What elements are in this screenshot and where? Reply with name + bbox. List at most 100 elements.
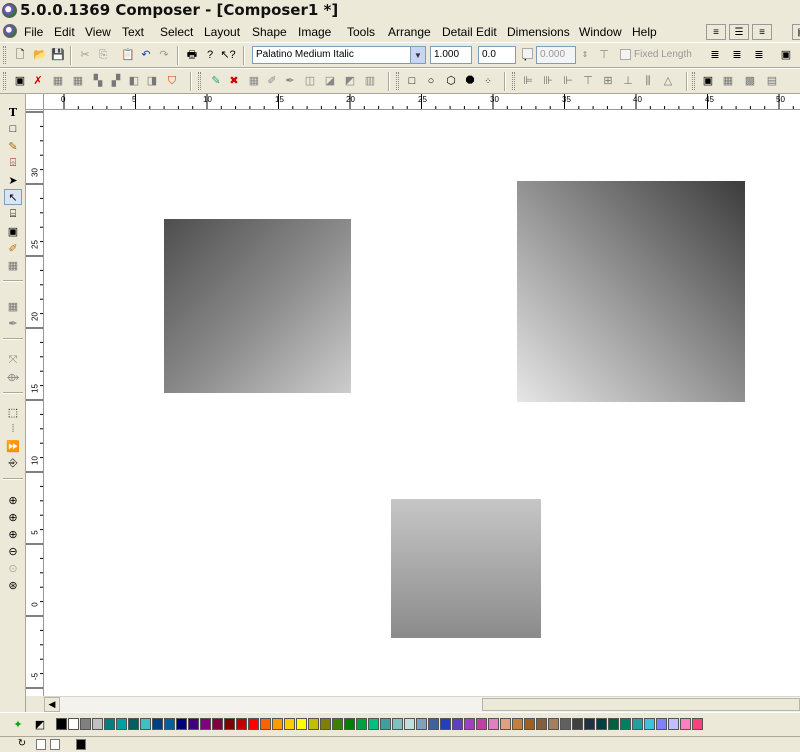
menu-select[interactable]: Select — [160, 25, 193, 39]
gradient-rectangle-1[interactable] — [164, 219, 351, 393]
align-left-text-icon[interactable]: ≣ — [707, 47, 723, 63]
palette-swatch[interactable] — [368, 718, 379, 730]
cut-icon[interactable]: ✂ — [77, 47, 93, 63]
palette-swatch[interactable] — [428, 718, 439, 730]
pointer-tool-icon[interactable]: ➤ — [4, 172, 22, 188]
palette-swatch[interactable] — [332, 718, 343, 730]
fast-forward-tool-icon[interactable]: ⏩ — [4, 438, 22, 454]
zoom-disabled-icon[interactable]: ⊙ — [4, 560, 22, 576]
palette-swatch[interactable] — [608, 718, 619, 730]
copy-style-icon[interactable]: ◪ — [322, 73, 338, 89]
chevron-down-icon[interactable]: ▼ — [410, 47, 425, 63]
menu-file[interactable]: File — [24, 25, 43, 39]
points-shape-icon[interactable]: ⁘ — [480, 73, 496, 89]
stroke-color-indicator[interactable] — [50, 739, 60, 750]
palette-swatch[interactable] — [452, 718, 463, 730]
stamp-tool-icon[interactable]: ⎆ — [4, 455, 22, 471]
warp-tool-icon[interactable]: ⟴ — [4, 369, 22, 385]
angle-input[interactable]: 0.0 — [478, 46, 516, 64]
palette-swatch[interactable] — [548, 718, 559, 730]
brush-icon[interactable]: ✐ — [264, 73, 280, 89]
tool-b-icon[interactable]: ▞ — [108, 73, 124, 89]
new-document-icon[interactable]: 🗋 — [12, 47, 28, 63]
app-menu-icon[interactable] — [3, 24, 17, 38]
palette-swatch[interactable] — [536, 718, 547, 730]
palette-swatch[interactable] — [104, 718, 115, 730]
texture-tool-icon[interactable]: ▦ — [4, 257, 22, 273]
palette-swatch[interactable] — [356, 718, 367, 730]
palette-swatch[interactable] — [416, 718, 427, 730]
menu-text[interactable]: Text — [122, 25, 144, 39]
palette-swatch[interactable] — [512, 718, 523, 730]
menu-help[interactable]: Help — [632, 25, 657, 39]
palette-swatch[interactable] — [620, 718, 631, 730]
palette-swatch[interactable] — [560, 718, 571, 730]
rounded-shape-icon[interactable]: ⬡ — [443, 73, 459, 89]
menu-arrange[interactable]: Arrange — [388, 25, 431, 39]
rectangle-shape-icon[interactable]: □ — [404, 73, 420, 89]
remove-image-icon[interactable]: ✗ — [30, 73, 46, 89]
palette-swatch[interactable] — [632, 718, 643, 730]
palette-swatch[interactable] — [644, 718, 655, 730]
palette-swatch[interactable] — [296, 718, 307, 730]
align-left-icon[interactable]: ≡ — [706, 24, 726, 40]
mirror-icon[interactable]: ◩ — [342, 73, 358, 89]
image-place-tool-icon[interactable]: ▣ — [4, 223, 22, 239]
drawing-canvas[interactable] — [44, 110, 800, 696]
fixed-length-icon[interactable]: ⊤ — [596, 47, 612, 63]
detail-tool-icon[interactable]: ⌸ — [4, 206, 22, 222]
rectangle-tool-icon[interactable]: □ — [4, 121, 22, 137]
save-icon[interactable]: 💾 — [50, 47, 66, 63]
pattern-tool-icon[interactable]: ▦ — [4, 298, 22, 314]
length-input[interactable]: 0.000 — [536, 46, 576, 64]
palette-swatch[interactable] — [668, 718, 679, 730]
align-center-icon[interactable]: ☰ — [729, 24, 749, 40]
select-tool-icon[interactable]: ↖ — [4, 189, 22, 205]
palette-swatch[interactable] — [692, 718, 703, 730]
palette-swatch[interactable] — [200, 718, 211, 730]
gradient-rectangle-3[interactable] — [391, 499, 541, 638]
bucket-icon[interactable]: ⛉ — [164, 73, 180, 89]
menu-tools[interactable]: Tools — [347, 25, 375, 39]
zoom-in-plus-icon[interactable]: ⊕ — [4, 509, 22, 525]
image-tile-icon[interactable]: ▩ — [742, 73, 758, 89]
scale-input[interactable]: 1.000 — [430, 46, 472, 64]
horizontal-ruler[interactable]: 0 5 10 15 20 25 30 35 40 45 50 — [44, 94, 800, 110]
palette-swatch[interactable] — [404, 718, 415, 730]
current-color-indicator[interactable] — [76, 739, 86, 750]
horizontal-scrollbar[interactable]: ◀ — [44, 696, 800, 712]
align-right-text-icon[interactable]: ≣ — [751, 47, 767, 63]
redo-icon[interactable]: ↷ — [156, 47, 172, 63]
pattern-icon[interactable]: ▦ — [70, 73, 86, 89]
palette-swatch[interactable] — [128, 718, 139, 730]
font-select[interactable]: Palatino Medium Italic ▼ — [252, 46, 426, 64]
palette-swatch-icon[interactable]: ◩ — [32, 717, 48, 733]
palette-swatch[interactable] — [308, 718, 319, 730]
menu-dimensions[interactable]: Dimensions — [507, 25, 570, 39]
undo-icon[interactable]: ↶ — [138, 47, 154, 63]
palette-swatch[interactable] — [284, 718, 295, 730]
palette-swatch[interactable] — [272, 718, 283, 730]
grid-icon[interactable]: ▦ — [50, 73, 66, 89]
palette-swatch[interactable] — [140, 718, 151, 730]
scroll-thumb[interactable] — [482, 698, 800, 711]
tool-c-icon[interactable]: ◧ — [126, 73, 142, 89]
palette-swatch[interactable] — [224, 718, 235, 730]
help-icon[interactable]: ? — [202, 47, 218, 63]
align-right-icon[interactable]: ≡ — [752, 24, 772, 40]
palette-swatch[interactable] — [68, 718, 79, 730]
palette-swatch[interactable] — [440, 718, 451, 730]
palette-swatch[interactable] — [380, 718, 391, 730]
palette-swatch[interactable] — [260, 718, 271, 730]
text-tool-icon[interactable]: T — [4, 104, 22, 120]
ruler-corner[interactable] — [26, 94, 44, 110]
frame-icon[interactable]: ▣ — [778, 47, 794, 63]
align-left-objects-icon[interactable]: ⊫ — [520, 73, 536, 89]
context-help-icon[interactable]: ↖? — [220, 47, 236, 63]
pencil-tool-icon[interactable]: ✎ — [4, 138, 22, 154]
menu-shape[interactable]: Shape — [252, 25, 287, 39]
frame-tool-icon[interactable]: ⌹ — [4, 155, 22, 171]
distribute-icon[interactable]: ⫼ — [640, 73, 656, 89]
palette-swatch[interactable] — [476, 718, 487, 730]
align-vcenter-objects-icon[interactable]: ⊞ — [600, 73, 616, 89]
